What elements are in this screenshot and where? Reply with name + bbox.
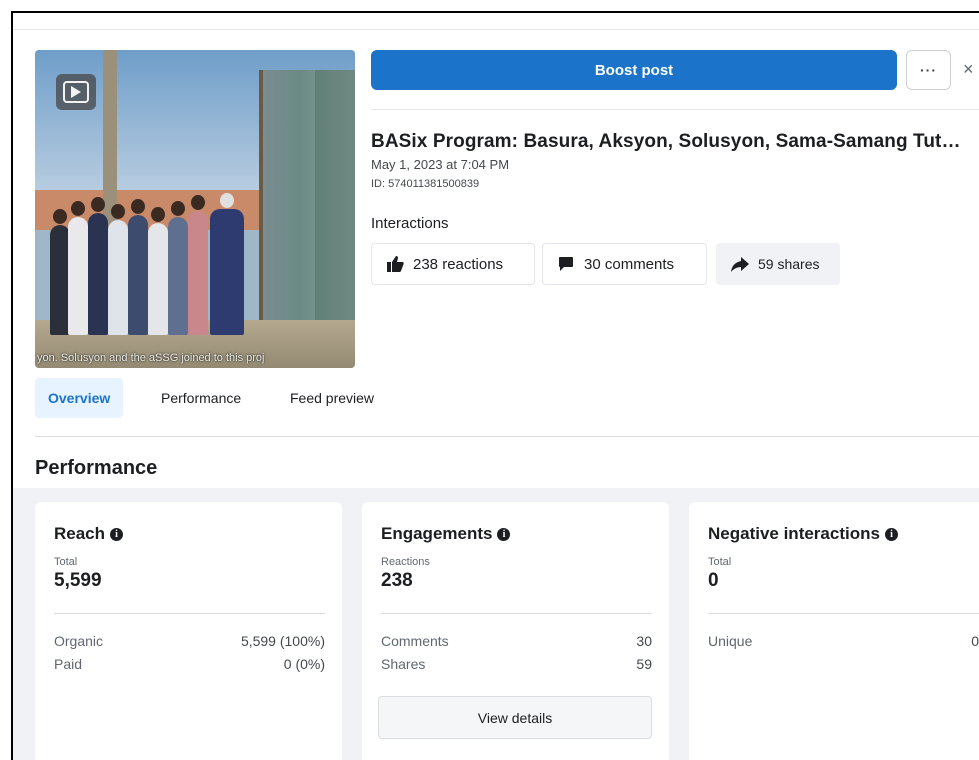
engagements-comments-row: Comments 30: [381, 633, 652, 649]
header-divider: [371, 109, 979, 110]
interactions-heading: Interactions: [371, 215, 449, 232]
row-label: Comments: [381, 633, 449, 649]
engagements-card: Engagements i Reactions 238 Comments 30 …: [362, 502, 669, 760]
post-date: May 1, 2023 at 7:04 PM: [371, 157, 510, 172]
shares-chip[interactable]: 59 shares: [716, 243, 840, 285]
reach-title: Reach: [54, 524, 106, 543]
boost-post-button[interactable]: Boost post: [371, 50, 897, 90]
close-icon[interactable]: ×: [963, 59, 974, 80]
row-value: 5,599 (100%): [240, 633, 325, 649]
tab-overview[interactable]: Overview: [35, 378, 124, 418]
engagements-title: Engagements: [381, 524, 493, 543]
row-value: 59: [636, 656, 652, 672]
comments-count: 30 comments: [584, 255, 675, 273]
info-icon[interactable]: i: [884, 527, 898, 541]
row-value: 30: [636, 633, 652, 649]
crowd-illustration: [50, 193, 265, 335]
top-divider: [13, 29, 979, 30]
reach-total: 5,599: [54, 570, 102, 591]
post-title: BASix Program: Basura, Aksyon, Solusyon,…: [371, 131, 961, 152]
engagements-total: 238: [381, 570, 413, 591]
info-icon[interactable]: i: [497, 527, 511, 541]
video-caption: yon. Solusyon and the aSSG joined to thi…: [37, 352, 265, 364]
performance-heading: Performance: [35, 457, 158, 479]
row-value: 0 (0%): [283, 656, 325, 672]
reactions-count: 238 reactions: [413, 255, 504, 273]
row-value: 0: [971, 633, 979, 649]
shares-count: 59 shares: [758, 256, 820, 272]
comments-chip[interactable]: 30 comments: [542, 243, 707, 285]
negative-interactions-card: Negative interactions i Total 0 Unique 0: [689, 502, 979, 760]
video-play-icon[interactable]: [56, 74, 96, 110]
tab-performance[interactable]: Performance: [148, 378, 254, 418]
view-details-button[interactable]: View details: [378, 696, 652, 739]
reactions-chip[interactable]: 238 reactions: [371, 243, 535, 285]
negative-unique-row: Unique 0: [708, 633, 979, 649]
post-id: ID: 574011381500839: [371, 178, 480, 190]
engagements-shares-row: Shares 59: [381, 656, 652, 672]
thumbs-up-icon: [386, 255, 404, 273]
row-label: Unique: [708, 633, 753, 649]
reach-card: Reach i Total 5,599 Organic 5,599 (100%)…: [35, 502, 342, 760]
share-arrow-icon: [731, 255, 749, 273]
post-insights-dialog: yon. Solusyon and the aSSG joined to thi…: [11, 11, 979, 760]
negative-title: Negative interactions: [708, 524, 880, 543]
reach-sub-label: Total: [54, 556, 78, 568]
post-video-thumbnail[interactable]: yon. Solusyon and the aSSG joined to thi…: [35, 50, 355, 368]
row-label: Shares: [381, 656, 426, 672]
tabs-divider: [35, 436, 979, 437]
engagements-sub-label: Reactions: [381, 556, 430, 568]
more-options-button[interactable]: ···: [906, 50, 951, 90]
tab-feed-preview[interactable]: Feed preview: [277, 378, 387, 418]
comment-bubble-icon: [557, 255, 575, 273]
negative-sub-label: Total: [708, 556, 732, 568]
negative-total: 0: [708, 570, 719, 591]
info-icon[interactable]: i: [110, 527, 124, 541]
row-label: Organic: [54, 633, 104, 649]
reach-paid-row: Paid 0 (0%): [54, 656, 325, 672]
reach-organic-row: Organic 5,599 (100%): [54, 633, 325, 649]
row-label: Paid: [54, 656, 83, 672]
